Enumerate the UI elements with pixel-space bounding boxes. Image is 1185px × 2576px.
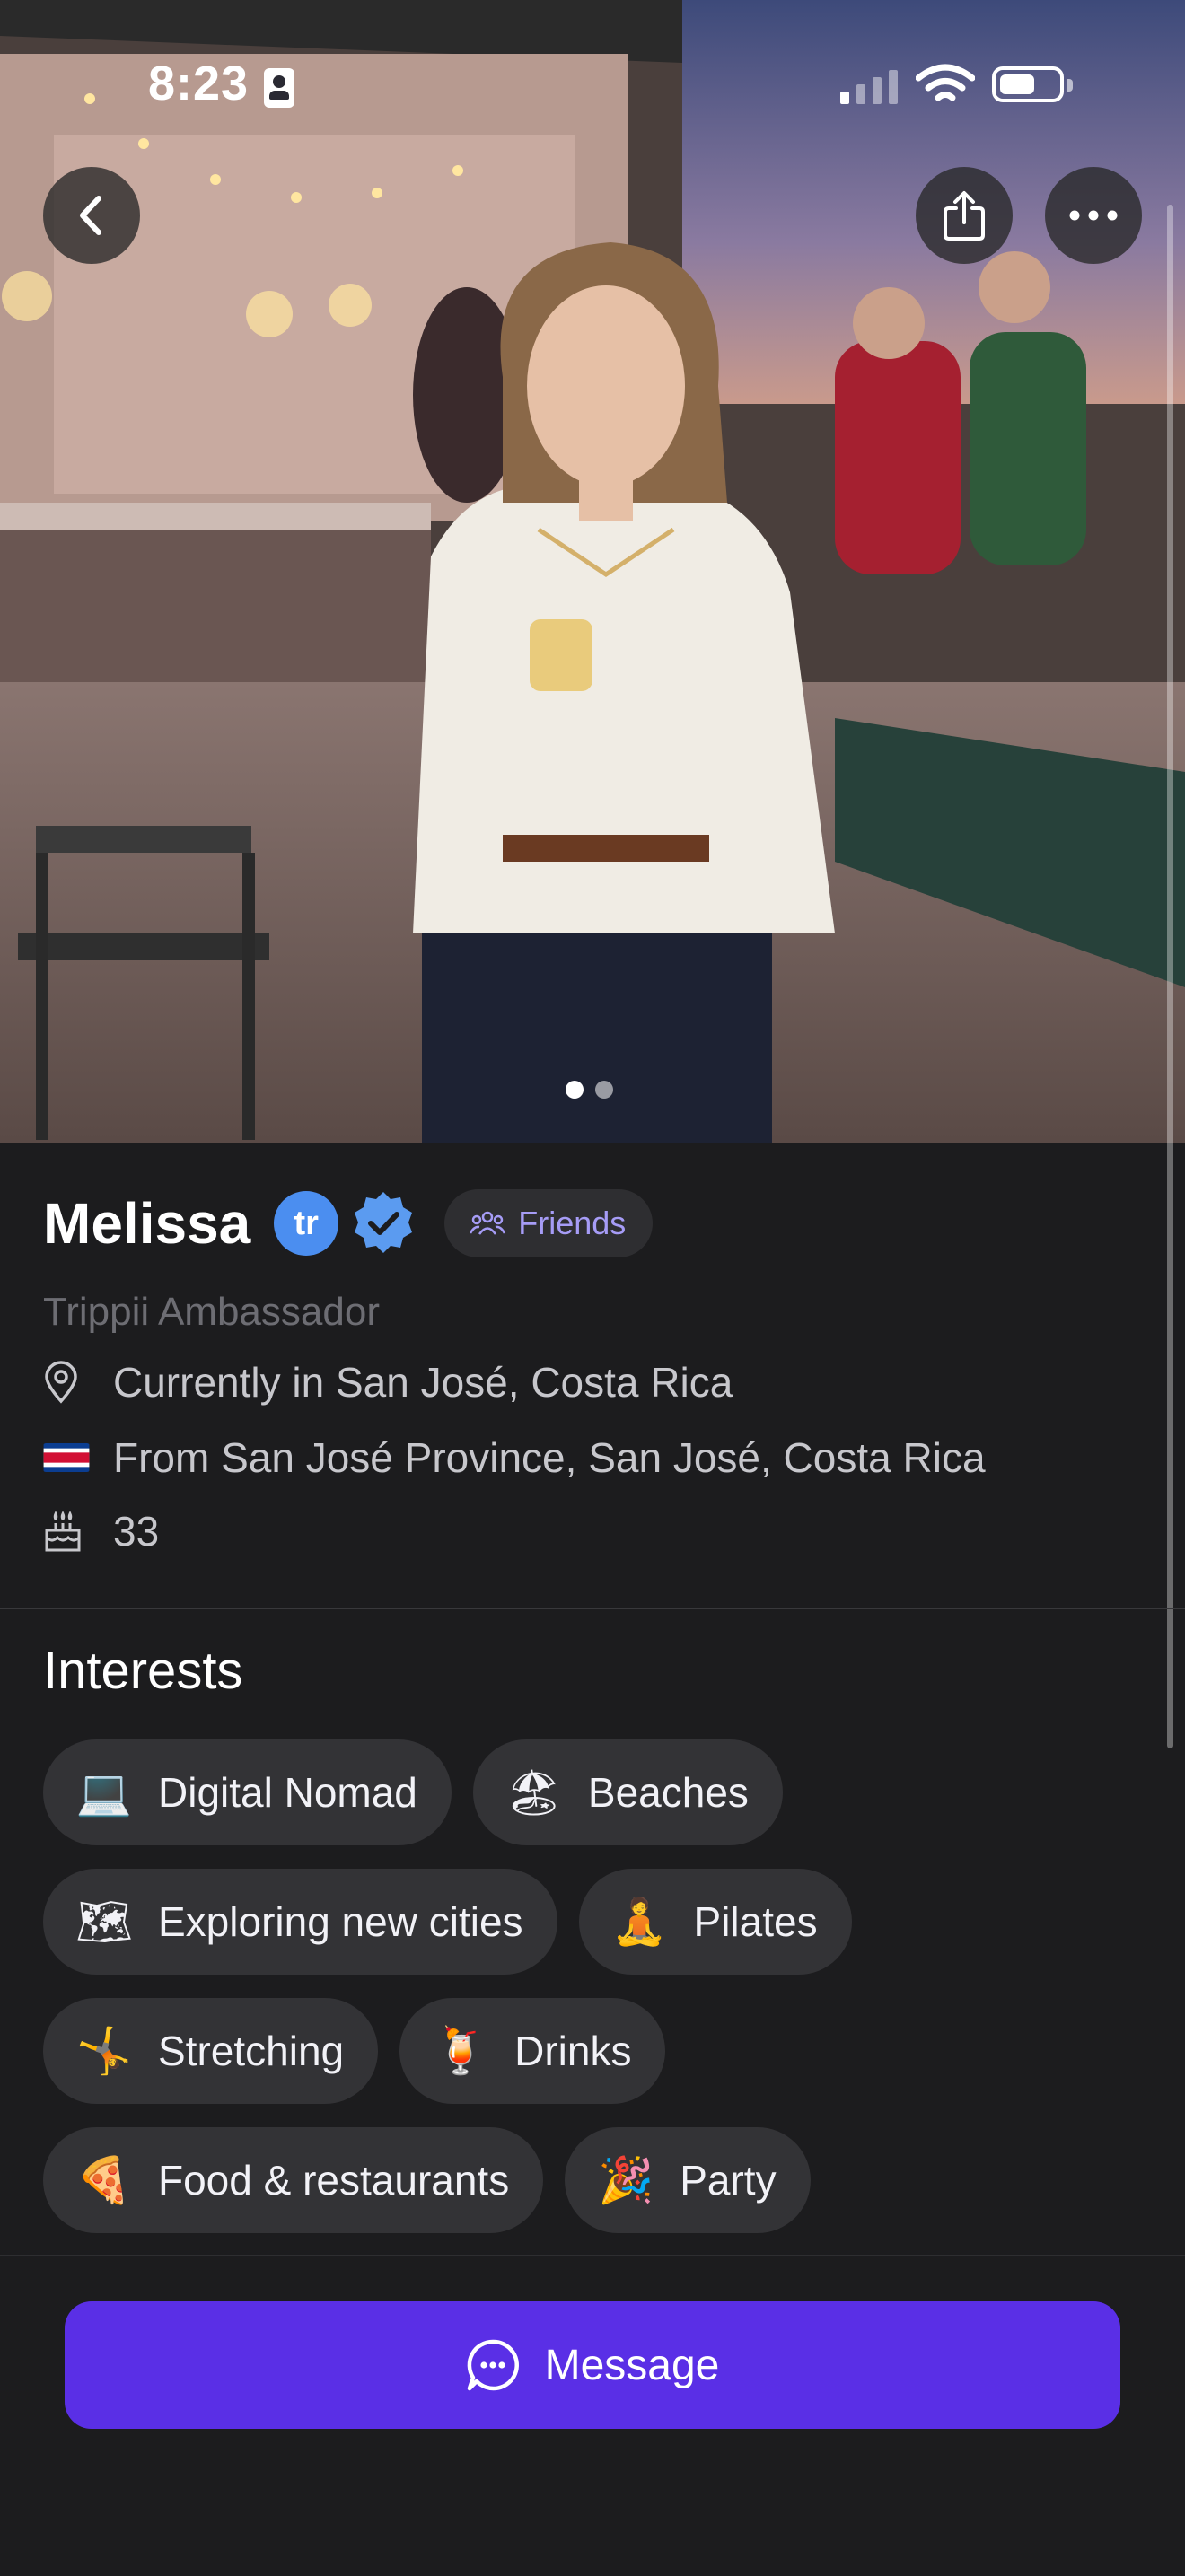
beach-umbrella-icon: 🏖	[505, 1766, 563, 1818]
friends-badge[interactable]: Friends	[444, 1189, 654, 1257]
friends-label: Friends	[518, 1205, 627, 1241]
current-location-row: Currently in San José, Costa Rica	[43, 1358, 733, 1406]
hometown-row: From San José Province, San José, Costa …	[43, 1433, 986, 1482]
cartwheel-icon: 🤸	[75, 2025, 133, 2076]
name-row: Melissa tr Friends	[43, 1189, 654, 1257]
cellular-signal-icon	[840, 70, 898, 104]
interest-label: Beaches	[587, 1769, 749, 1816]
trippii-badge-icon[interactable]: tr	[274, 1191, 339, 1256]
party-popper-icon: 🎉	[598, 2154, 654, 2205]
interest-label: Exploring new cities	[158, 1898, 523, 1945]
section-divider	[0, 1608, 1185, 1609]
location-pin-icon	[45, 1361, 77, 1404]
battery-icon	[992, 66, 1073, 102]
back-button[interactable]	[43, 167, 140, 264]
share-button[interactable]	[916, 167, 1013, 264]
interest-chip[interactable]: 💻 Digital Nomad	[43, 1739, 452, 1845]
interest-chip[interactable]: 🤸 Stretching	[43, 1998, 379, 2104]
hometown: From San José Province, San José, Costa …	[113, 1434, 986, 1481]
message-button[interactable]: Message	[65, 2301, 1120, 2429]
page-dot-1[interactable]	[566, 1081, 584, 1099]
interest-label: Food & restaurants	[158, 2157, 510, 2204]
profile-role: Trippii Ambassador	[43, 1290, 380, 1334]
interest-label: Digital Nomad	[158, 1769, 417, 1816]
status-bar: 8:23	[0, 0, 1185, 171]
friends-icon	[470, 1211, 506, 1235]
status-time: 8:23	[148, 57, 250, 110]
page-dot-2[interactable]	[595, 1081, 613, 1099]
interest-label: Drinks	[514, 2028, 632, 2074]
interests-heading: Interests	[43, 1642, 243, 1700]
profile-photo[interactable]: 8:23	[0, 0, 1185, 1143]
interests-list: 💻 Digital Nomad 🏖 Beaches 🗺 Exploring ne…	[43, 1739, 1156, 2256]
laptop-icon: 💻	[75, 1766, 133, 1818]
interest-chip[interactable]: 🍕 Food & restaurants	[43, 2127, 544, 2233]
current-location: Currently in San José, Costa Rica	[113, 1359, 733, 1406]
interest-label: Stretching	[158, 2028, 345, 2074]
meditation-icon: 🧘	[611, 1896, 668, 1947]
profile-name: Melissa	[43, 1191, 251, 1256]
message-button-label: Message	[544, 2341, 720, 2389]
ellipsis-icon	[1069, 210, 1118, 221]
chat-bubble-icon	[467, 2339, 519, 2391]
wifi-icon	[916, 64, 975, 101]
interest-chip[interactable]: 🧘 Pilates	[578, 1869, 852, 1975]
verified-badge-icon[interactable]	[349, 1189, 417, 1257]
interest-chip[interactable]: 🏖 Beaches	[472, 1739, 783, 1845]
tropical-drink-icon: 🍹	[433, 2025, 489, 2076]
more-options-button[interactable]	[1045, 167, 1142, 264]
id-card-icon	[264, 68, 294, 108]
pizza-icon: 🍕	[75, 2154, 133, 2205]
costa-rica-flag-icon	[43, 1443, 90, 1472]
interest-label: Party	[680, 2157, 777, 2204]
interest-chip[interactable]: 🗺 Exploring new cities	[43, 1869, 557, 1975]
age: 33	[113, 1508, 160, 1555]
interest-chip[interactable]: 🍹 Drinks	[399, 1998, 666, 2104]
scrollbar[interactable]	[1167, 205, 1173, 1748]
bottom-action-bar: Message	[0, 2255, 1185, 2576]
chevron-left-icon	[80, 196, 101, 235]
photo-illustration	[0, 0, 1185, 1143]
share-icon	[944, 191, 985, 241]
photo-page-indicator[interactable]	[566, 1081, 613, 1099]
interest-chip[interactable]: 🎉 Party	[565, 2127, 811, 2233]
birthday-cake-icon	[45, 1511, 81, 1552]
age-row: 33	[43, 1507, 159, 1555]
interest-label: Pilates	[693, 1898, 818, 1945]
map-icon: 🗺	[75, 1896, 133, 1947]
